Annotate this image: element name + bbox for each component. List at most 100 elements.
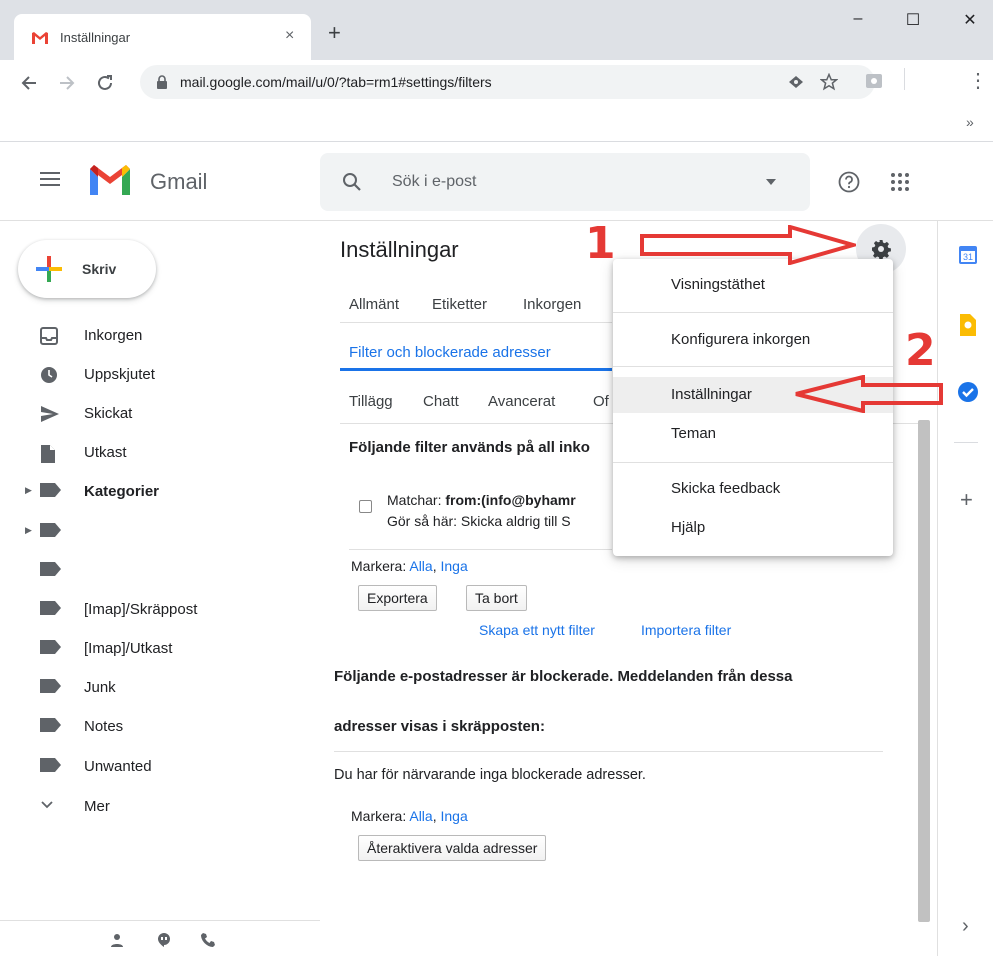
tab-inbox[interactable]: Inkorgen	[523, 296, 581, 313]
select-all-link[interactable]: Alla	[409, 558, 432, 574]
select-label: Markera:	[351, 558, 410, 574]
back-icon[interactable]	[20, 74, 38, 92]
calendar-icon[interactable]: 31	[958, 245, 978, 265]
scrollbar[interactable]	[918, 420, 930, 922]
expand-panel-icon[interactable]: ›	[962, 915, 969, 938]
sidebar-item-label: Skickat	[84, 405, 133, 422]
address-bar[interactable]: mail.google.com/mail/u/0/?tab=rm1#settin…	[140, 65, 875, 99]
sidebar-item-inbox[interactable]: Inkorgen	[0, 318, 300, 354]
search-bar[interactable]: Sök i e-post	[320, 153, 810, 211]
select-none-link[interactable]: Inga	[441, 558, 468, 574]
sidebar-item-label: Junk	[84, 679, 116, 696]
keep-icon[interactable]	[958, 314, 976, 336]
sidebar-item-sent[interactable]: Skickat	[0, 396, 300, 432]
search-input[interactable]: Sök i e-post	[392, 173, 476, 191]
sidebar-item-unwanted[interactable]: Unwanted	[0, 749, 300, 785]
apps-icon[interactable]	[890, 172, 910, 192]
tab-labels[interactable]: Etiketter	[432, 296, 487, 313]
bookmarks-overflow-icon[interactable]: »	[966, 114, 974, 130]
close-window-button[interactable]: ✕	[950, 10, 990, 40]
tab-addons[interactable]: Tillägg	[349, 393, 393, 410]
menu-item-configure-inbox[interactable]: Konfigurera inkorgen	[613, 322, 893, 358]
sidebar-item-imap-drafts[interactable]: [Imap]/Utkast	[0, 631, 300, 667]
annotation-step-2: 2	[905, 325, 936, 376]
tab-general[interactable]: Allmänt	[349, 296, 399, 313]
compose-button[interactable]: Skriv	[18, 240, 156, 298]
panel-divider	[954, 442, 978, 443]
sidebar-item-junk[interactable]: Junk	[0, 670, 300, 706]
sidebar-item-label: Unwanted	[84, 758, 152, 775]
expand-arrow-icon[interactable]: ▶	[25, 485, 32, 496]
browser-tab[interactable]: Inställningar ×	[14, 14, 311, 60]
extension-icon[interactable]	[866, 72, 886, 90]
reactivate-button[interactable]: Återaktivera valda adresser	[358, 835, 547, 861]
forward-icon[interactable]	[58, 74, 76, 92]
minimize-button[interactable]: –	[838, 10, 878, 40]
hangouts-footer	[0, 920, 320, 956]
chevron-down-icon	[40, 798, 60, 816]
tasks-icon[interactable]	[957, 381, 979, 403]
select-none-link[interactable]: Inga	[441, 808, 468, 824]
main-menu-icon[interactable]	[40, 171, 60, 187]
sidebar-item-imap-spam[interactable]: [Imap]/Skräppost	[0, 592, 300, 628]
browser-titlebar: Inställningar × + – ☐ ✕	[0, 0, 993, 60]
blocked-select-row: Markera: Alla, Inga	[351, 808, 468, 824]
sidebar-item-label-2[interactable]	[0, 553, 300, 589]
visibility-icon[interactable]	[788, 75, 804, 89]
side-panel: 31 + ›	[937, 221, 993, 956]
sidebar-item-notes[interactable]: Notes	[0, 709, 300, 745]
add-addon-icon[interactable]: +	[960, 487, 973, 513]
sidebar-item-more[interactable]: Mer	[0, 789, 300, 825]
menu-item-label: Inställningar	[671, 386, 752, 403]
sidebar-item-label-1[interactable]: ▶	[0, 514, 300, 550]
sidebar-item-drafts[interactable]: Utkast	[0, 435, 300, 471]
tab-divider	[340, 322, 612, 323]
bookmark-star-icon[interactable]	[820, 73, 838, 91]
sidebar-item-label: Uppskjutet	[84, 366, 155, 383]
menu-item-themes[interactable]: Teman	[613, 416, 893, 452]
menu-item-display-density[interactable]: Visningstäthet	[613, 267, 893, 303]
label-icon	[40, 601, 61, 619]
menu-item-feedback[interactable]: Skicka feedback	[613, 471, 893, 507]
search-icon[interactable]	[342, 172, 362, 192]
new-tab-button[interactable]: +	[328, 20, 341, 46]
page-title: Inställningar	[340, 237, 459, 262]
hangouts-icon[interactable]	[156, 932, 172, 948]
export-button[interactable]: Exportera	[358, 585, 437, 611]
sidebar-item-label: [Imap]/Utkast	[84, 640, 173, 657]
menu-item-label: Teman	[671, 425, 717, 442]
tab-chat[interactable]: Chatt	[423, 393, 459, 410]
label-icon	[40, 679, 61, 697]
phone-icon[interactable]	[200, 932, 216, 948]
sidebar-item-label: Utkast	[84, 444, 127, 461]
filter-match-label: Matchar:	[387, 492, 446, 508]
blocked-heading-line1: Följande e-postadresser är blockerade. M…	[334, 668, 793, 685]
search-options-icon[interactable]	[766, 179, 776, 185]
reload-icon[interactable]	[96, 74, 114, 92]
delete-button[interactable]: Ta bort	[466, 585, 527, 611]
tab-close-icon[interactable]: ×	[285, 27, 294, 45]
chrome-menu-icon[interactable]: ⋮	[968, 68, 988, 93]
compose-label: Skriv	[82, 261, 117, 277]
gmail-logo-text: Gmail	[150, 169, 208, 194]
no-blocked-text: Du har för närvarande inga blockerade ad…	[334, 767, 646, 783]
gmail-favicon-icon	[31, 31, 49, 45]
import-filter-link[interactable]: Importera filter	[641, 622, 731, 638]
expand-arrow-icon[interactable]: ▶	[25, 525, 32, 536]
menu-divider	[613, 312, 893, 313]
create-filter-link[interactable]: Skapa ett nytt filter	[479, 622, 595, 638]
tab-filters[interactable]: Filter och blockerade adresser	[349, 344, 551, 361]
tab-offline[interactable]: Of	[593, 393, 609, 410]
draft-icon	[40, 444, 60, 463]
menu-item-help[interactable]: Hjälp	[613, 510, 893, 546]
sidebar-item-categories[interactable]: ▶ Kategorier	[0, 474, 300, 510]
sidebar-item-snoozed[interactable]: Uppskjutet	[0, 357, 300, 393]
maximize-button[interactable]: ☐	[893, 10, 933, 40]
filter-select-row: Markera: Alla, Inga	[351, 558, 468, 574]
tab-advanced[interactable]: Avancerat	[488, 393, 555, 410]
filter-checkbox[interactable]	[359, 500, 372, 513]
help-icon[interactable]	[838, 171, 860, 193]
gmail-logo-icon[interactable]	[88, 163, 132, 197]
person-icon[interactable]	[110, 933, 124, 947]
select-all-link[interactable]: Alla	[409, 808, 432, 824]
